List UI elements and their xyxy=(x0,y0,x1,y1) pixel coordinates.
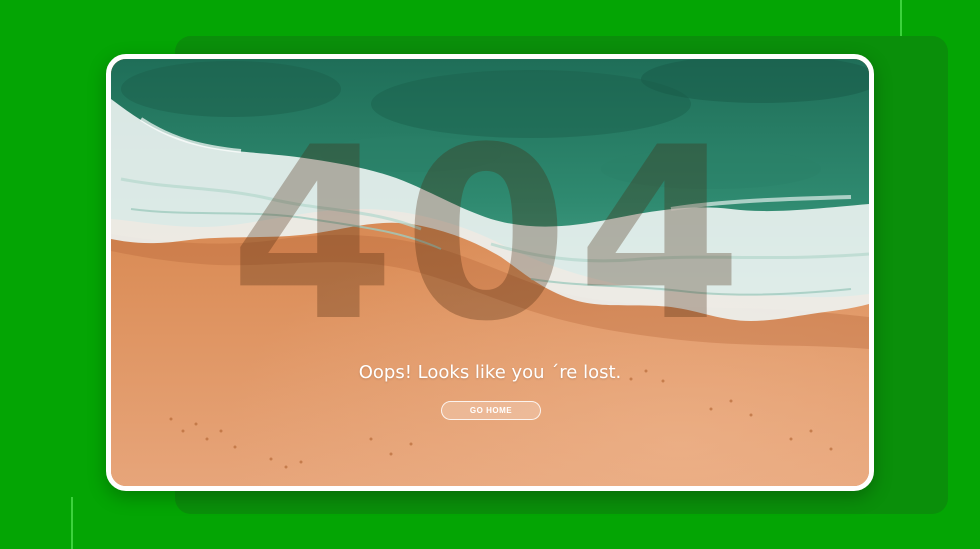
error-card: 404 Oops! Looks like you ´re lost. GO HO… xyxy=(106,54,874,491)
beach-aerial-illustration xyxy=(111,59,869,486)
error-message: Oops! Looks like you ´re lost. xyxy=(358,362,622,383)
decorative-line-bottom xyxy=(71,497,73,549)
go-home-button[interactable]: GO HOME xyxy=(441,401,541,420)
